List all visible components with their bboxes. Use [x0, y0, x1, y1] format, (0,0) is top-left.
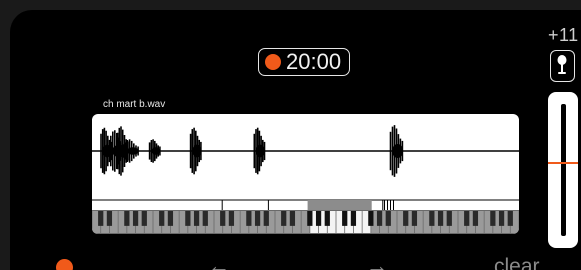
piano-black-key[interactable] — [106, 211, 113, 226]
piano-black-key[interactable] — [350, 211, 357, 226]
piano-black-key[interactable] — [403, 211, 409, 226]
forward-button[interactable]: → — [366, 255, 388, 270]
piano-black-key[interactable] — [315, 211, 322, 226]
clear-button[interactable]: clear — [494, 256, 540, 270]
recording-filename: ch mart b.wav — [103, 99, 166, 110]
recorder-panel: 20:00 ch mart b.wav +11 ← → clear — [10, 10, 581, 270]
input-level-meter[interactable] — [548, 92, 578, 248]
piano-black-key[interactable] — [281, 211, 287, 226]
piano-black-key[interactable] — [254, 211, 261, 226]
waveform-track — [92, 125, 519, 177]
piano-black-key[interactable] — [342, 211, 348, 226]
piano-black-key[interactable] — [307, 211, 313, 226]
piano-black-key[interactable] — [507, 211, 513, 226]
piano-black-key[interactable] — [464, 211, 470, 226]
waveform-burst — [148, 139, 161, 163]
piano-black-key[interactable] — [193, 211, 200, 226]
piano-black-key[interactable] — [446, 211, 452, 226]
piano-black-key[interactable] — [376, 211, 383, 226]
piano-black-key[interactable] — [246, 211, 252, 226]
meter-slot — [561, 104, 566, 236]
piano-black-key[interactable] — [132, 211, 139, 226]
selection-range[interactable] — [307, 200, 372, 210]
piano-black-key[interactable] — [368, 211, 374, 226]
record-timer[interactable]: 20:00 — [258, 48, 350, 76]
piano-black-key[interactable] — [124, 211, 130, 226]
piano-black-key[interactable] — [429, 211, 435, 226]
input-gain-label: +11 — [548, 25, 579, 45]
piano-black-key[interactable] — [472, 211, 479, 226]
waveform-editor[interactable] — [92, 114, 519, 234]
waveform-view[interactable] — [92, 114, 519, 234]
meter-level-marker[interactable] — [548, 162, 578, 165]
timeline-markers[interactable] — [92, 199, 519, 210]
piano-black-key[interactable] — [490, 211, 496, 226]
piano-black-key[interactable] — [263, 211, 269, 226]
piano-black-key[interactable] — [411, 211, 418, 226]
microphone-icon — [557, 55, 567, 74]
waveform-burst — [253, 127, 266, 175]
waveform-burst — [389, 125, 404, 177]
piano-black-key[interactable] — [185, 211, 191, 226]
piano-black-key[interactable] — [385, 211, 391, 226]
piano-black-key[interactable] — [159, 211, 165, 226]
piano-black-key[interactable] — [289, 211, 296, 226]
piano-black-key[interactable] — [228, 211, 235, 226]
piano-black-key[interactable] — [437, 211, 444, 226]
piano-black-key[interactable] — [141, 211, 147, 226]
record-indicator-icon — [265, 54, 281, 70]
piano-black-key[interactable] — [498, 211, 505, 226]
record-button[interactable] — [56, 259, 73, 270]
back-button[interactable]: ← — [208, 255, 230, 270]
piano-keyboard[interactable] — [92, 210, 519, 234]
waveform-burst — [124, 139, 139, 163]
piano-black-key[interactable] — [98, 211, 104, 226]
piano-black-key[interactable] — [220, 211, 226, 226]
waveform-burst — [189, 127, 202, 175]
piano-black-key[interactable] — [324, 211, 330, 226]
piano-black-key[interactable] — [167, 211, 174, 226]
microphone-button[interactable] — [550, 50, 575, 82]
timer-text: 20:00 — [286, 49, 342, 74]
piano-black-key[interactable] — [202, 211, 208, 226]
